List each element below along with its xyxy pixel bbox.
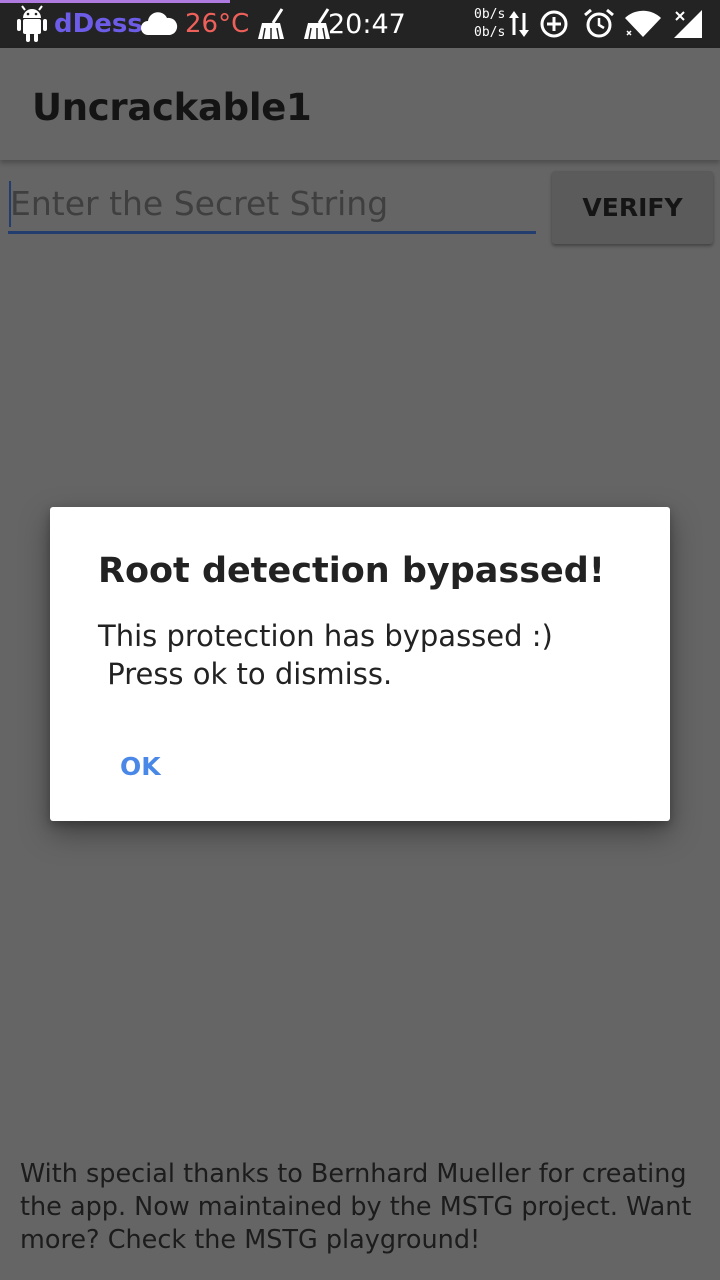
dialog-message: This protection has bypassed :) Press ok… xyxy=(98,619,553,691)
verify-button[interactable]: VERIFY xyxy=(552,171,713,244)
clock-label: 20:47 xyxy=(328,8,406,40)
page-title: Uncrackable1 xyxy=(32,86,312,129)
data-transfer-icon xyxy=(508,0,530,48)
credits-text: With special thanks to Bernhard Mueller … xyxy=(20,1159,692,1255)
ok-button[interactable]: OK xyxy=(106,739,175,793)
status-bar: dDess 26°C 20:47 0b/s 0b/s xyxy=(0,0,720,48)
network-speed: 0b/s 0b/s xyxy=(474,6,505,42)
secret-string-input[interactable] xyxy=(8,176,536,234)
data-saver-icon xyxy=(538,0,570,48)
android-icon xyxy=(14,0,50,48)
upload-speed-label: 0b/s xyxy=(474,7,506,22)
signal-icon xyxy=(672,0,704,48)
dialog-title: Root detection bypassed! xyxy=(98,551,605,591)
text-cursor xyxy=(9,181,11,227)
temperature-label: 26°C xyxy=(185,9,250,39)
wifi-icon xyxy=(624,0,662,48)
carrier-label: dDess xyxy=(54,9,143,39)
download-speed-label: 0b/s xyxy=(474,25,506,40)
cleaner-broom-icon xyxy=(256,0,288,48)
root-detection-dialog: Root detection bypassed! This protection… xyxy=(50,507,670,821)
alarm-icon xyxy=(582,0,616,48)
cloud-icon xyxy=(140,0,178,48)
app-bar: Uncrackable1 xyxy=(0,48,720,160)
